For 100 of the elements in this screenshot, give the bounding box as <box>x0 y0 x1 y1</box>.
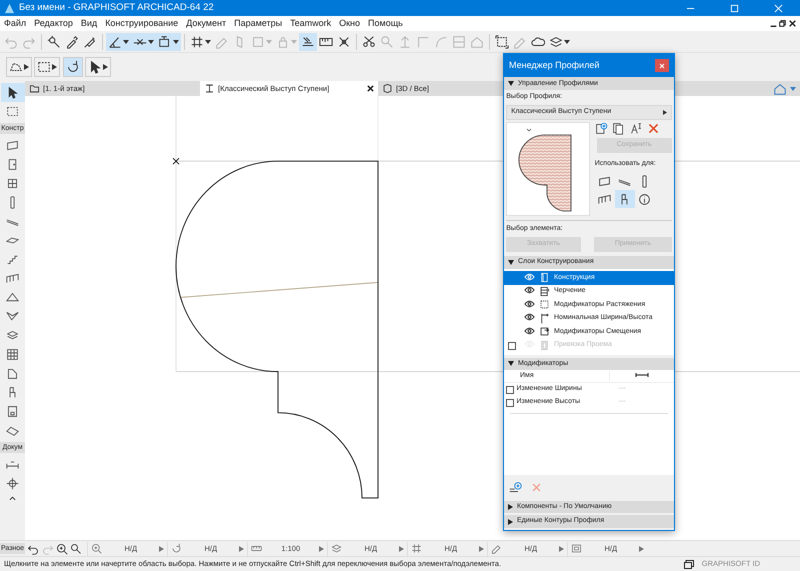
eye-icon[interactable] <box>524 326 535 335</box>
window-title: Без имени - GRAPHISOFT ARCHICAD-64 22 <box>19 0 215 15</box>
caret-icon <box>123 40 129 44</box>
expanded-triangle-icon <box>508 260 514 266</box>
syringe-icon <box>83 34 97 48</box>
wall-icon[interactable] <box>6 139 19 152</box>
caret-icon <box>24 64 29 70</box>
profile-icon <box>204 83 215 94</box>
drafting-layer-icon <box>539 286 550 297</box>
origin-marker-icon <box>526 129 532 132</box>
split-square-icon <box>452 34 466 48</box>
toolbar-button[interactable] <box>84 57 111 77</box>
grid-icon <box>190 34 204 48</box>
magnifier-icon <box>380 34 394 48</box>
close-tab-icon[interactable] <box>367 85 374 92</box>
cross-icon <box>337 34 351 48</box>
menu-item[interactable]: Редактор <box>30 16 77 31</box>
eye-icon[interactable] <box>524 313 535 322</box>
eyedropper-icon <box>65 34 79 48</box>
duplicate-profile-icon[interactable] <box>612 122 626 136</box>
toolbar-button[interactable] <box>156 32 181 50</box>
curtain-wall-icon[interactable] <box>6 348 19 361</box>
opening-layer-icon <box>539 340 550 351</box>
guide-lines-icon <box>301 34 315 48</box>
menu-item[interactable]: Окно <box>335 16 364 31</box>
use-for-button[interactable] <box>614 190 635 208</box>
pointer-icon[interactable] <box>6 86 19 99</box>
caret-icon <box>291 40 297 44</box>
zoom-icon <box>91 543 102 554</box>
toolbar-button[interactable] <box>299 32 317 50</box>
menu-item[interactable]: Вид <box>76 16 102 31</box>
menu-item[interactable]: Документ <box>182 16 230 31</box>
shell-icon[interactable] <box>6 310 19 323</box>
menu-item[interactable]: Файл <box>0 16 30 31</box>
checkbox[interactable] <box>508 342 516 350</box>
caret-icon <box>319 546 324 552</box>
restore-icon[interactable] <box>779 20 786 27</box>
window-icon[interactable] <box>6 177 19 190</box>
toolbar-button[interactable] <box>6 57 32 77</box>
expanded-triangle-icon <box>508 81 514 86</box>
close-icon <box>659 62 665 69</box>
selection-frame-icon <box>495 34 509 48</box>
zone-icon[interactable] <box>6 367 19 380</box>
menu-item[interactable]: Помощь <box>364 16 407 31</box>
checkbox[interactable] <box>506 386 514 394</box>
marquee-icon[interactable] <box>6 105 19 118</box>
marquee-icon <box>37 60 52 74</box>
curve-icon <box>434 34 448 48</box>
close-button[interactable] <box>655 59 669 72</box>
add-modifier-icon[interactable] <box>508 481 522 494</box>
house-icon <box>470 34 484 48</box>
menu-item[interactable]: Teamwork <box>286 16 336 31</box>
toolbar-button[interactable] <box>493 32 511 50</box>
model-icon <box>571 543 582 554</box>
stair-icon[interactable] <box>6 253 19 266</box>
door-icon[interactable] <box>6 158 19 171</box>
cube-icon <box>382 83 393 94</box>
layers-icon <box>549 34 563 48</box>
caret-icon <box>52 64 58 70</box>
toolbar-button[interactable] <box>106 32 131 50</box>
railing-icon[interactable] <box>6 272 19 285</box>
close-icon[interactable] <box>788 20 796 27</box>
checkbox[interactable] <box>506 398 514 407</box>
caret-icon <box>173 40 179 44</box>
toolbar-button[interactable] <box>34 57 60 77</box>
windows-icon <box>684 560 694 568</box>
caret-icon <box>159 546 164 552</box>
snap-box-icon <box>158 34 172 48</box>
expanded-triangle-icon <box>508 361 514 366</box>
rename-icon[interactable] <box>630 122 643 136</box>
maximize-icon[interactable] <box>730 4 738 12</box>
panel-icon[interactable] <box>6 405 19 418</box>
offset-layer-icon <box>539 326 550 338</box>
mesh-icon[interactable] <box>6 424 19 437</box>
eye-icon[interactable] <box>524 300 535 308</box>
caret-icon <box>479 546 484 552</box>
roof-icon[interactable] <box>6 291 19 304</box>
grid-icon <box>411 543 422 554</box>
caret-icon <box>639 546 644 552</box>
scale-icon <box>251 543 262 554</box>
level-icon[interactable] <box>6 477 19 490</box>
toolbar-button[interactable] <box>62 57 82 77</box>
origin-marker-icon <box>172 158 180 165</box>
caret-icon <box>205 40 211 44</box>
caret-icon <box>239 546 244 552</box>
menu-item[interactable]: Параметры <box>230 16 286 31</box>
new-profile-icon[interactable] <box>594 122 608 136</box>
pen-icon <box>491 543 502 554</box>
construction-layer-icon <box>539 272 550 284</box>
caret-icon <box>266 40 272 44</box>
morph-icon[interactable] <box>6 329 19 342</box>
magnifier-icon[interactable] <box>70 542 82 554</box>
zoom-icon[interactable] <box>56 542 68 554</box>
width-arrow-icon <box>635 372 649 378</box>
elevation-icon[interactable] <box>773 82 788 96</box>
stretch-layer-icon <box>539 299 550 310</box>
eye-icon[interactable] <box>524 286 535 294</box>
menu-item[interactable]: Конструирование <box>101 16 182 31</box>
panel-title: Менеджер Профилей <box>509 58 600 72</box>
rotate-icon <box>171 543 182 554</box>
